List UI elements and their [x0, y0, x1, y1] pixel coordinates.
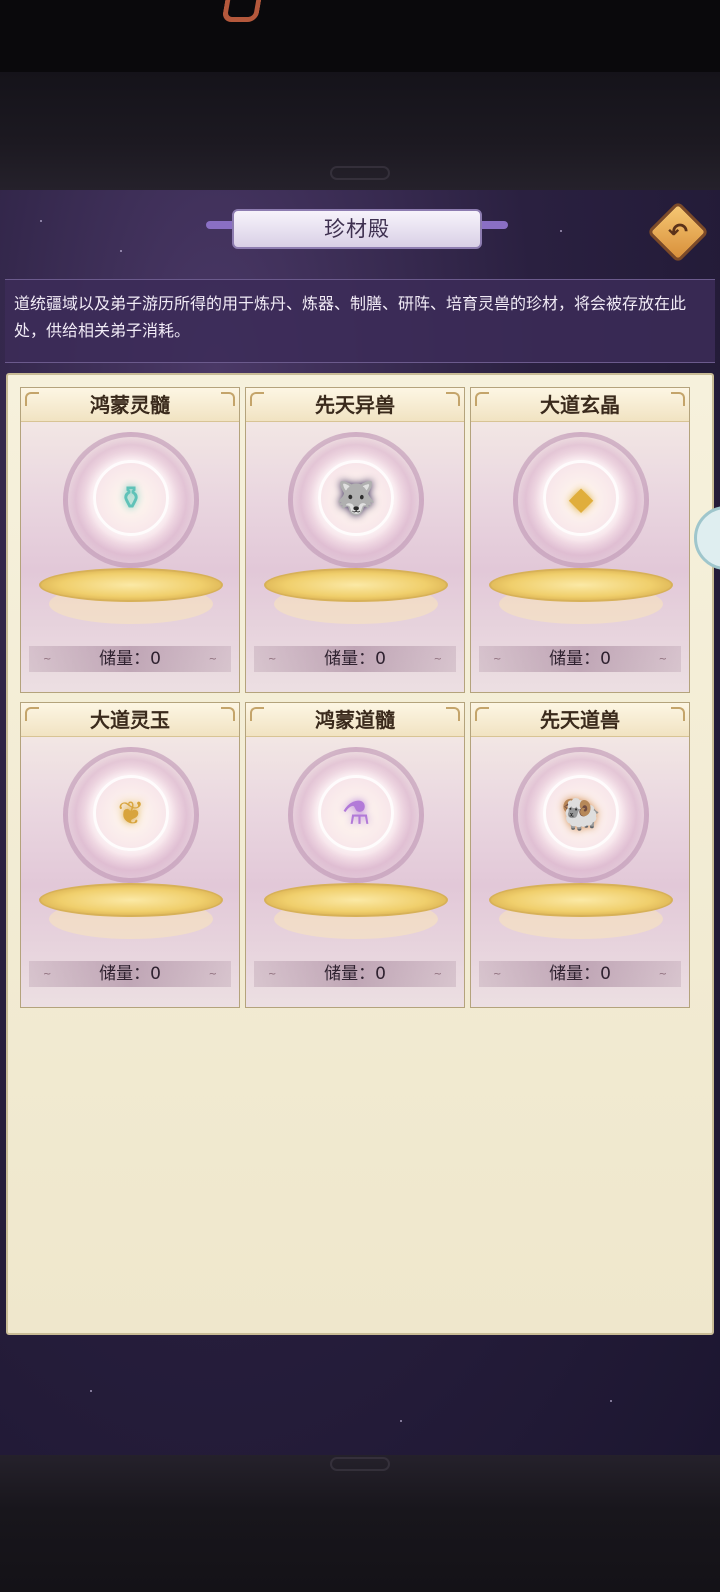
stock-ornament-icon: ~	[208, 969, 217, 980]
material-card[interactable]: 鸿蒙道髓 ⚗ ~ 储量：0 ~	[245, 702, 465, 1008]
page-title: 珍材殿	[324, 217, 390, 241]
material-card[interactable]: 大道灵玉 ❦ ~ 储量：0 ~	[20, 702, 240, 1008]
top-emblem-icon	[221, 0, 263, 22]
material-card[interactable]: 先天道兽 🐏 ~ 储量：0 ~	[470, 702, 690, 1008]
stock-label: 储量：0	[549, 964, 611, 984]
golden-pedestal-icon	[39, 568, 223, 602]
material-name: 鸿蒙道髓	[315, 708, 395, 732]
band-ornament-icon	[330, 1457, 390, 1471]
material-card[interactable]: 先天异兽 🐺 ~ 储量：0 ~	[245, 387, 465, 693]
stock-label: 储量：0	[549, 649, 611, 669]
stock-ornament-icon: ~	[658, 969, 667, 980]
material-name: 先天异兽	[315, 393, 395, 417]
stock-bar: ~ 储量：0 ~	[479, 646, 681, 672]
card-title-bar: 大道玄晶	[471, 388, 689, 422]
stock-bar: ~ 储量：0 ~	[254, 961, 456, 987]
back-arrow-icon: ↶	[667, 218, 689, 246]
gold-jade-icon: ❦	[117, 794, 145, 832]
stock-ornament-icon: ~	[658, 654, 667, 665]
stock-label: 储量：0	[324, 649, 386, 669]
material-name: 先天道兽	[540, 708, 620, 732]
top-letterbox	[0, 72, 720, 190]
stock-bar: ~ 储量：0 ~	[254, 646, 456, 672]
golden-pedestal-icon	[489, 883, 673, 917]
spirit-bottle-icon: ⚱	[117, 479, 145, 517]
stock-ornament-icon: ~	[208, 654, 217, 665]
card-title-bar: 先天道兽	[471, 703, 689, 737]
title-wing-right-icon	[478, 221, 508, 229]
item-grid: 鸿蒙灵髓 ⚱ ~ 储量：0 ~ 先天异兽 🐺 ~ 储量：0 ~ 大道玄晶 ◆ ~ 储量：0 ~ 大道灵玉 ❦ ~ 储…	[6, 373, 714, 1335]
bottom-letterbox	[0, 1455, 720, 1592]
treasure-hall-panel: 珍材殿 ↶ 道统疆域以及弟子游历所得的用于炼丹、炼器、制膳、研阵、培育灵兽的珍材…	[0, 190, 720, 1455]
stock-bar: ~ 储量：0 ~	[29, 646, 231, 672]
top-status-bar	[0, 0, 720, 72]
stock-ornament-icon: ~	[433, 654, 442, 665]
card-title-bar: 鸿蒙道髓	[246, 703, 464, 737]
card-title-bar: 大道灵玉	[21, 703, 239, 737]
star	[90, 1390, 92, 1392]
card-title-bar: 鸿蒙灵髓	[21, 388, 239, 422]
star	[40, 220, 42, 222]
description-text: 道统疆域以及弟子游历所得的用于炼丹、炼器、制膳、研阵、培育灵兽的珍材，将会被存放…	[14, 294, 687, 340]
gold-crystal-icon: ◆	[568, 479, 594, 517]
star	[120, 250, 122, 252]
shadow-beast-icon: 🐺	[336, 479, 376, 517]
stock-bar: ~ 储量：0 ~	[479, 961, 681, 987]
star	[560, 230, 562, 232]
card-title-bar: 先天异兽	[246, 388, 464, 422]
title-plaque: 珍材殿	[206, 207, 508, 251]
band-ornament-icon	[330, 166, 390, 180]
material-name: 大道玄晶	[540, 393, 620, 417]
golden-pedestal-icon	[264, 568, 448, 602]
material-card[interactable]: 大道玄晶 ◆ ~ 储量：0 ~	[470, 387, 690, 693]
golden-pedestal-icon	[264, 883, 448, 917]
description-box: 道统疆域以及弟子游历所得的用于炼丹、炼器、制膳、研阵、培育灵兽的珍材，将会被存放…	[5, 279, 715, 363]
back-button[interactable]: ↶	[646, 200, 710, 264]
stock-label: 储量：0	[99, 964, 161, 984]
material-name: 鸿蒙灵髓	[90, 393, 170, 417]
material-name: 大道灵玉	[90, 708, 170, 732]
stock-ornament-icon: ~	[433, 969, 442, 980]
stock-label: 储量：0	[324, 964, 386, 984]
star	[610, 1400, 612, 1402]
golden-pedestal-icon	[39, 883, 223, 917]
stock-label: 储量：0	[99, 649, 161, 669]
star	[400, 1420, 402, 1422]
golden-pedestal-icon	[489, 568, 673, 602]
stock-bar: ~ 储量：0 ~	[29, 961, 231, 987]
material-card[interactable]: 鸿蒙灵髓 ⚱ ~ 储量：0 ~	[20, 387, 240, 693]
golden-beast-icon: 🐏	[561, 794, 601, 832]
purple-gourd-icon: ⚗	[341, 794, 371, 832]
